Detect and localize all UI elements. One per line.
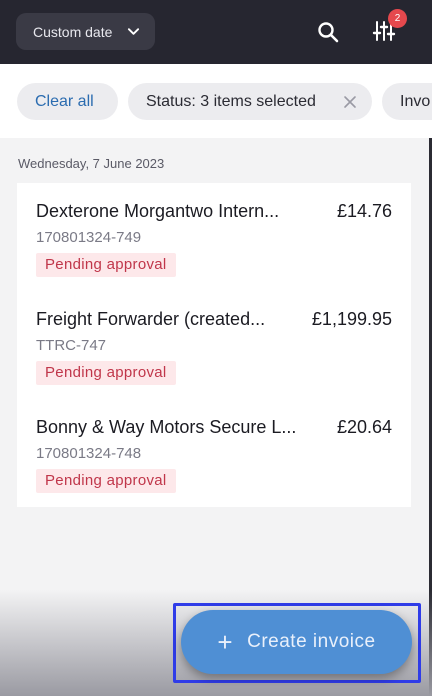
invoice-name: Bonny & Way Motors Secure L... — [36, 417, 297, 437]
filter-chips-row: Clear all Status: 3 items selected Invo — [0, 64, 432, 138]
date-filter-label: Custom date — [33, 23, 113, 40]
invoice-list: Dexterone Morgantwo Intern... £14.76 170… — [17, 183, 411, 507]
search-icon[interactable] — [317, 21, 339, 43]
invoice-row[interactable]: Dexterone Morgantwo Intern... £14.76 170… — [17, 183, 411, 291]
chevron-down-icon — [127, 28, 140, 35]
plus-icon: + — [217, 627, 234, 657]
status-badge: Pending approval — [36, 469, 176, 493]
invoice-row[interactable]: Freight Forwarder (created... £1,199.95 … — [17, 291, 411, 399]
invoice-amount: £20.64 — [336, 417, 392, 437]
status-filter-label: Status: 3 items selected — [146, 92, 316, 110]
create-invoice-button[interactable]: + Create invoice — [181, 610, 412, 674]
invoice-reference: 170801324-749 — [36, 229, 142, 246]
create-invoice-label: Create invoice — [247, 631, 376, 652]
status-filter-chip[interactable]: Status: 3 items selected — [128, 83, 372, 120]
status-badge: Pending approval — [36, 253, 176, 277]
status-badge: Pending approval — [36, 361, 176, 385]
invoice-name: Dexterone Morgantwo Intern... — [36, 201, 280, 221]
top-bar: Custom date 2 — [0, 0, 432, 64]
invoice-reference: 170801324-748 — [36, 445, 142, 462]
invoice-amount: £14.76 — [336, 201, 392, 221]
invoice-amount: £1,199.95 — [311, 309, 392, 329]
date-filter-button[interactable]: Custom date — [16, 13, 155, 50]
invoice-row[interactable]: Bonny & Way Motors Secure L... £20.64 17… — [17, 399, 411, 507]
filter-count-badge: 2 — [388, 9, 407, 28]
invoice-name: Freight Forwarder (created... — [36, 309, 266, 329]
app-screen: Custom date 2 Clear all Status: 3 items … — [0, 0, 432, 696]
date-heading: Wednesday, 7 June 2023 — [18, 156, 165, 171]
close-icon[interactable] — [343, 95, 357, 109]
clear-all-chip[interactable]: Clear all — [17, 83, 118, 120]
next-filter-chip[interactable]: Invo — [382, 83, 432, 120]
invoice-reference: TTRC-747 — [36, 337, 107, 354]
